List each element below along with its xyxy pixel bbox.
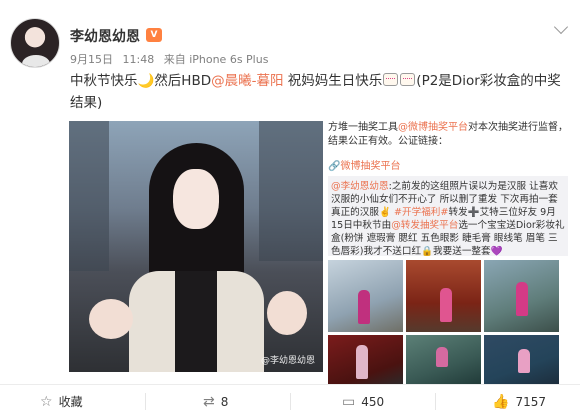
lottery-platform-link[interactable]: @微博抽奖平台 bbox=[398, 122, 468, 133]
moon-emoji-icon: 🌙 bbox=[137, 73, 155, 89]
grid-image[interactable] bbox=[328, 260, 403, 332]
quoted-hashtag[interactable]: #开学福利# bbox=[394, 207, 448, 218]
post-source: 来自 iPhone 6s Plus bbox=[163, 53, 269, 66]
favorite-button[interactable]: ☆ 收藏 bbox=[40, 385, 83, 417]
background-building bbox=[259, 121, 323, 261]
author-name[interactable]: 李幼恩幼恩 bbox=[70, 26, 140, 46]
action-bar: ☆ 收藏 ⇄ 8 ▭ 450 👍 7157 bbox=[0, 384, 580, 417]
grid-image[interactable] bbox=[328, 335, 403, 385]
grid-image[interactable] bbox=[406, 335, 481, 385]
mention-link[interactable]: @晨曦-暮阳 bbox=[211, 73, 283, 89]
grid-image[interactable] bbox=[484, 260, 559, 332]
lottery-link-label: 微博抽奖平台 bbox=[340, 161, 401, 172]
grid-image[interactable] bbox=[406, 260, 481, 332]
post-text: 中秋节快乐🌙然后HBD@晨曦-暮阳 祝妈妈生日快乐 (P2是Dior彩妆盒的中奖结… bbox=[70, 70, 570, 114]
lottery-notice-a: 方堆一抽奖工具 bbox=[328, 122, 398, 133]
cake-icon bbox=[383, 73, 399, 86]
photo-face bbox=[173, 169, 219, 229]
avatar[interactable] bbox=[10, 18, 60, 68]
background-building bbox=[69, 121, 109, 271]
post-photo[interactable]: @李幼恩幼恩 bbox=[69, 121, 323, 372]
post-text-1: 中秋节快乐 bbox=[70, 73, 138, 89]
cake-icon bbox=[400, 73, 416, 86]
post-meta: 9月15日 11:48 来自 iPhone 6s Plus bbox=[70, 51, 274, 67]
comment-count: 450 bbox=[361, 394, 385, 409]
divider bbox=[145, 393, 146, 410]
image-grid bbox=[328, 260, 568, 385]
comment-button[interactable]: ▭ 450 bbox=[342, 385, 384, 417]
link-icon: 🔗 bbox=[328, 161, 341, 172]
favorite-label: 收藏 bbox=[58, 395, 83, 409]
lottery-link[interactable]: 🔗微博抽奖平台 bbox=[328, 157, 568, 172]
repost-count: 8 bbox=[220, 394, 229, 409]
repost-button[interactable]: ⇄ 8 bbox=[203, 385, 228, 417]
thumbs-up-icon: 👍 bbox=[492, 393, 510, 410]
post-text-3: 祝妈妈生日快乐 bbox=[287, 73, 383, 89]
post-menu-chevron-icon[interactable] bbox=[553, 19, 569, 35]
photo-shirt bbox=[175, 271, 217, 372]
post-time[interactable]: 11:48 bbox=[123, 53, 155, 66]
comment-icon: ▭ bbox=[342, 393, 356, 410]
photo-hand-left bbox=[89, 299, 133, 339]
quoted-author[interactable]: @李幼恩幼恩 bbox=[331, 181, 389, 192]
divider bbox=[435, 393, 436, 410]
lottery-notice: 方堆一抽奖工具@微博抽奖平台对本次抽奖进行监督，结果公正有效。公证链接： bbox=[328, 121, 568, 157]
like-count: 7157 bbox=[515, 394, 546, 409]
post-text-2: 然后HBD bbox=[154, 73, 212, 89]
post-date[interactable]: 9月15日 bbox=[70, 53, 113, 66]
vip-badge-icon: V bbox=[146, 28, 162, 42]
grid-image[interactable] bbox=[484, 335, 559, 385]
photo-watermark: @李幼恩幼恩 bbox=[260, 356, 315, 366]
like-button[interactable]: 👍 7157 bbox=[492, 385, 546, 417]
quoted-post: @李幼恩幼恩:之前发的这组照片误以为是汉服 让喜欢汉服的小仙女们不开心了 所以删… bbox=[328, 176, 568, 257]
divider bbox=[290, 393, 291, 410]
lottery-result-image[interactable]: 方堆一抽奖工具@微博抽奖平台对本次抽奖进行监督，结果公正有效。公证链接： 🔗微博… bbox=[328, 121, 568, 385]
quoted-platform-link[interactable]: @转发抽奖平台 bbox=[391, 220, 458, 231]
star-icon: ☆ bbox=[40, 393, 53, 410]
photo-hand-right bbox=[267, 291, 307, 335]
repost-icon: ⇄ bbox=[203, 393, 215, 410]
